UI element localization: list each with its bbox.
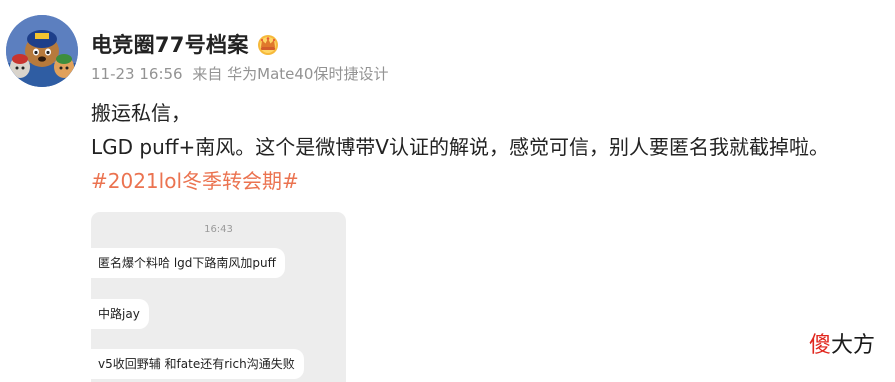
content-line-2: LGD puff+南风。这个是微博带V认证的解说，感觉可信，别人要匿名我就截掉啦…: [91, 135, 829, 159]
chat-bubble: v5收回野辅 和fate还有rich沟通失败: [91, 349, 304, 379]
post-source: 来自 华为Mate40保时捷设计: [192, 65, 389, 83]
post-time[interactable]: 11-23 16:56: [91, 65, 183, 83]
chat-timestamp: 16:43: [204, 224, 233, 235]
post-meta: 11-23 16:56 来自 华为Mate40保时捷设计: [91, 63, 393, 84]
chat-screenshot-image[interactable]: 16:43 匿名爆个料哈 lgd下路南风加puff 中路jay v5收回野辅 和…: [91, 212, 346, 382]
avatar-image: [6, 15, 78, 87]
chat-bubble: 中路jay: [91, 299, 149, 329]
content-line-1: 搬运私信，: [91, 101, 191, 125]
avatar[interactable]: [6, 15, 78, 87]
post-content: 搬运私信， LGD puff+南风。这个是微博带V认证的解说，感觉可信，别人要匿…: [91, 96, 829, 198]
chat-bubble: 匿名爆个料哈 lgd下路南风加puff: [91, 248, 285, 278]
crown-badge-icon[interactable]: [256, 32, 280, 56]
username[interactable]: 电竞圈77号档案: [91, 29, 249, 59]
hashtag-link[interactable]: #2021lol冬季转会期#: [91, 164, 829, 198]
watermark-red-char: 傻: [808, 333, 831, 358]
watermark: 傻大方: [809, 327, 875, 359]
watermark-text: 大方: [830, 333, 875, 358]
username-row: 电竞圈77号档案: [91, 29, 280, 59]
weibo-post: 电竞圈77号档案 11-23 16:56 来自 华为Mate40保时捷设计 搬运…: [0, 0, 895, 382]
